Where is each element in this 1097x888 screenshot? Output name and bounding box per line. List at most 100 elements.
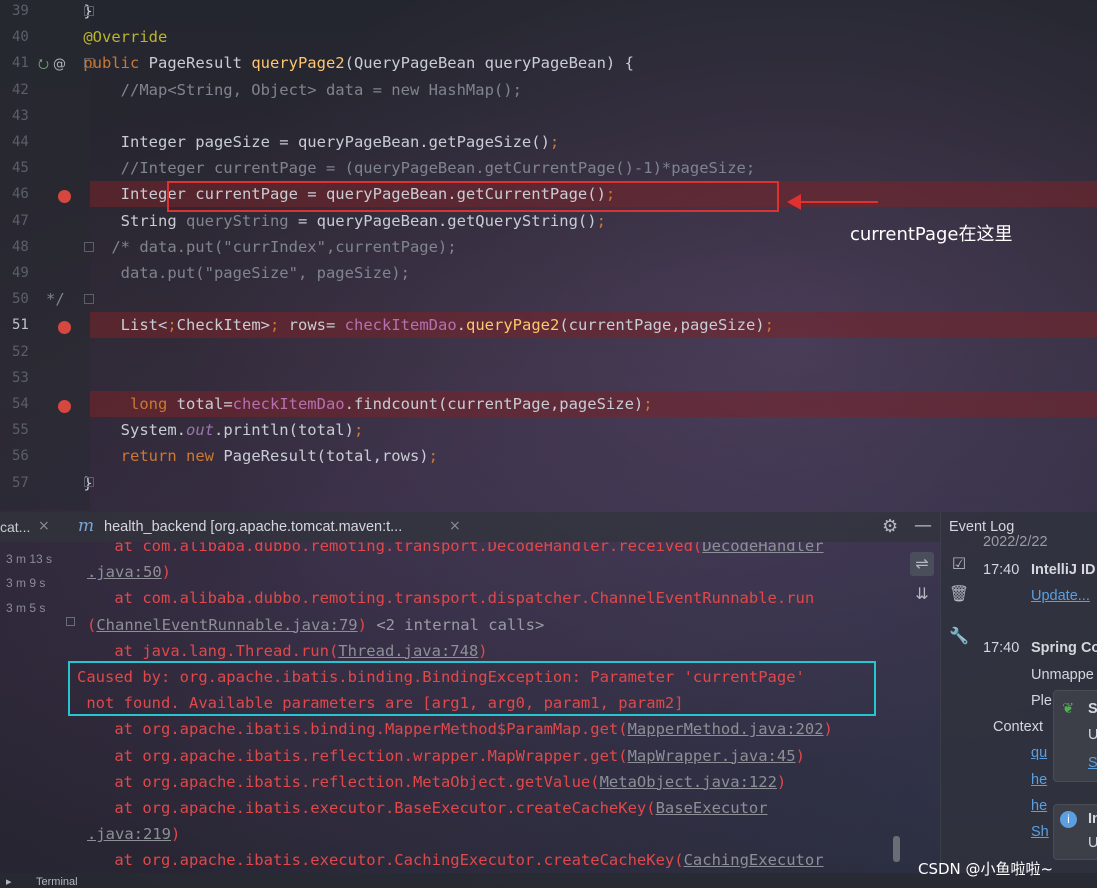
- annotation-arrow: [800, 201, 878, 203]
- event-time: 17:40: [983, 562, 1020, 578]
- line-number: 51: [12, 317, 29, 334]
- stacktrace-link[interactable]: MapperMethod.java:202: [628, 720, 824, 738]
- trash-icon[interactable]: 🗑: [947, 582, 971, 606]
- code-text: /* data.put("currIndex",currentPage);: [46, 237, 457, 256]
- code-line[interactable]: 39 }: [0, 0, 1097, 26]
- code-line[interactable]: 52: [0, 341, 1097, 367]
- popup-link[interactable]: S: [1088, 755, 1097, 771]
- code-line[interactable]: 51 List<;CheckItem>; rows= checkItemDao.…: [0, 314, 1097, 340]
- popup-title: In: [1088, 811, 1097, 827]
- run-time: 3 m 5 s: [6, 601, 46, 615]
- line-number: 53: [12, 369, 29, 386]
- fold-icon[interactable]: [66, 617, 75, 626]
- line-number: 45: [12, 160, 29, 177]
- stacktrace-link[interactable]: MetaObject.java:122: [600, 773, 777, 791]
- event-date: 2022/2/22: [983, 534, 1048, 550]
- terminal-tab[interactable]: Terminal: [36, 876, 78, 888]
- line-number: 57: [12, 474, 29, 491]
- stacktrace-link[interactable]: DecodeHandler: [702, 542, 823, 555]
- line-number: 49: [12, 265, 29, 281]
- terminal-icon: ▸: [6, 875, 12, 888]
- code-line[interactable]: 44 Integer pageSize = queryPageBean.getP…: [0, 131, 1097, 157]
- line-number: 42: [12, 81, 29, 98]
- console-line: .java:219): [87, 825, 181, 844]
- close-icon[interactable]: ×: [449, 518, 461, 534]
- close-icon[interactable]: ×: [38, 518, 50, 534]
- exception-highlight-box: [68, 661, 876, 716]
- override-gutter-icon[interactable]: ⭮ @: [38, 55, 66, 77]
- code-line[interactable]: 50 */: [0, 288, 1097, 314]
- code-line[interactable]: 56 return new PageResult(total,rows);: [0, 445, 1097, 471]
- code-line[interactable]: 49 data.put("pageSize", pageSize);: [0, 262, 1097, 288]
- minimize-icon[interactable]: —: [914, 515, 932, 536]
- code-text: */: [46, 290, 65, 309]
- popup-text: U: [1088, 835, 1097, 851]
- code-line[interactable]: 43: [0, 105, 1097, 131]
- line-number: 55: [12, 422, 29, 439]
- popup-text: U: [1088, 727, 1097, 743]
- line-number: 48: [12, 238, 29, 255]
- soft-wrap-icon[interactable]: ⇌: [910, 552, 934, 576]
- context-link[interactable]: qu: [1031, 745, 1047, 761]
- line-number: 41: [12, 55, 29, 72]
- run-tool-window-header: cat... × m health_backend [org.apache.to…: [0, 512, 940, 542]
- code-line[interactable]: 57 }: [0, 472, 1097, 498]
- code-text: @Override: [83, 28, 168, 47]
- code-text: //Integer currentPage = (queryPageBean.g…: [46, 159, 756, 178]
- info-icon: i: [1060, 811, 1077, 828]
- stacktrace-link[interactable]: BaseExecutor: [656, 799, 768, 817]
- code-text: //Map<String, Object> data = new HashMap…: [46, 80, 522, 99]
- popup-title: S: [1088, 701, 1097, 717]
- code-line[interactable]: 45 //Integer currentPage = (queryPageBea…: [0, 157, 1097, 183]
- context-link[interactable]: he: [1031, 772, 1047, 788]
- console-side-toolbar: ⇌ ⇊: [904, 542, 940, 872]
- code-text: System.out.println(total);: [46, 421, 364, 440]
- stacktrace-link[interactable]: MapWrapper.java:45: [628, 747, 796, 765]
- line-number: 52: [12, 343, 29, 360]
- update-link[interactable]: Update...: [1031, 588, 1090, 604]
- code-line[interactable]: 41 public PageResult queryPage2(QueryPag…: [0, 52, 1097, 78]
- event-log-toolbar: ☑ 🗑 🔧: [941, 546, 977, 876]
- stacktrace-link[interactable]: CachingExecutor: [684, 851, 824, 869]
- run-time: 3 m 13 s: [6, 552, 53, 566]
- code-line[interactable]: 53: [0, 367, 1097, 393]
- scroll-to-end-icon[interactable]: ⇊: [910, 582, 934, 606]
- code-line[interactable]: 55 System.out.println(total);: [0, 419, 1097, 445]
- line-number: 43: [12, 107, 29, 124]
- stacktrace-link[interactable]: Thread.java:748: [338, 642, 478, 660]
- tab-tomcat[interactable]: cat...: [0, 519, 30, 535]
- line-number: 54: [12, 396, 29, 412]
- event-log-panel: Event Log ☑ 🗑 🔧 2022/2/22 17:40 IntelliJ…: [940, 512, 1097, 873]
- stacktrace-link[interactable]: .java:50: [87, 563, 162, 581]
- line-number: 44: [12, 134, 29, 150]
- fold-icon[interactable]: [84, 58, 94, 68]
- tab-health-backend[interactable]: health_backend [org.apache.tomcat.maven:…: [104, 519, 402, 535]
- code-line[interactable]: 42 //Map<String, Object> data = new Hash…: [0, 79, 1097, 105]
- code-line[interactable]: 40 @Override: [0, 26, 1097, 52]
- stacktrace-link[interactable]: .java:219: [87, 825, 171, 843]
- mark-read-icon[interactable]: ☑: [947, 552, 971, 576]
- fold-icon[interactable]: [84, 477, 94, 487]
- context-link[interactable]: he: [1031, 798, 1047, 814]
- line-number: 39: [12, 3, 29, 19]
- console-scrollbar[interactable]: [893, 836, 900, 862]
- fold-icon[interactable]: [84, 242, 94, 252]
- watermark: CSDN @小鱼啦啦~: [918, 860, 1054, 878]
- code-line[interactable]: 54 long total=checkItemDao.findcount(cur…: [0, 393, 1097, 419]
- stacktrace-link[interactable]: ChannelEventRunnable.java:79: [96, 616, 357, 634]
- console-line: at org.apache.ibatis.binding.MapperMetho…: [77, 720, 833, 739]
- gear-icon[interactable]: ⚙: [882, 516, 898, 537]
- fold-icon[interactable]: [84, 6, 94, 16]
- notification-popup[interactable]: i In U: [1053, 804, 1097, 860]
- console-line: at org.apache.ibatis.executor.BaseExecut…: [77, 799, 768, 817]
- context-link[interactable]: Sh: [1031, 824, 1049, 840]
- wrench-icon[interactable]: 🔧: [947, 624, 971, 648]
- code-text: String queryString = queryPageBean.getQu…: [46, 211, 606, 230]
- event-text: Ple: [1031, 693, 1052, 709]
- console-line: at com.alibaba.dubbo.remoting.transport.…: [77, 589, 815, 608]
- fold-icon[interactable]: [84, 294, 94, 304]
- notification-popup[interactable]: ❦ S U S: [1053, 690, 1097, 782]
- code-editor[interactable]: 39 } 40 @Override 41 public PageResult que…: [0, 0, 1097, 510]
- code-text: List<;CheckItem>; rows= checkItemDao.que…: [46, 316, 774, 335]
- event-title: Spring Co: [1031, 640, 1097, 656]
